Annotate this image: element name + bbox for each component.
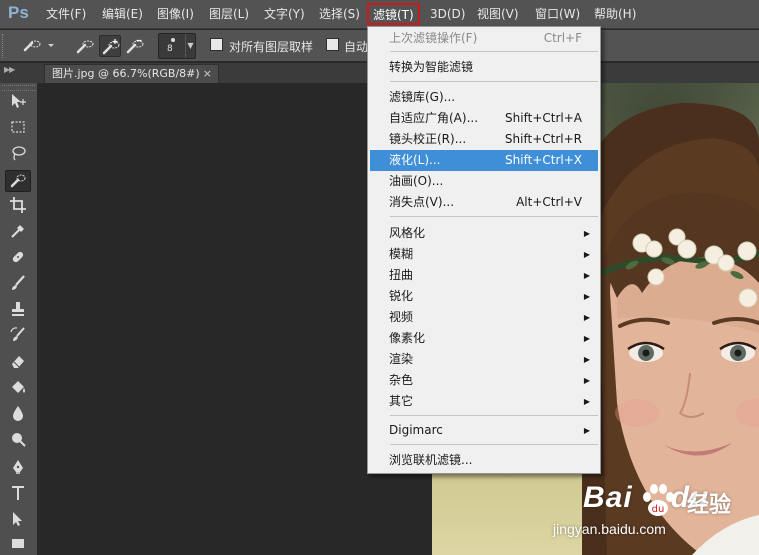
baidu-jingyan-watermark: Bai du du 经验 jingyan.baidu.com	[553, 481, 759, 551]
brush-size-value: 8	[167, 44, 173, 54]
menu-item-oil-paint[interactable]: 油画(O)...	[370, 171, 598, 192]
submenu-arrow-icon: ▶	[583, 355, 590, 364]
tools-panel-grip[interactable]	[2, 85, 35, 91]
submenu-arrow-icon: ▶	[583, 229, 590, 238]
brush-tip-icon	[171, 38, 175, 42]
history-brush-tool-icon[interactable]	[5, 326, 31, 348]
path-selection-tool-icon[interactable]	[5, 510, 31, 532]
menu-image[interactable]: 图像(I)	[157, 6, 194, 24]
brush-subtract-icon	[126, 39, 144, 54]
filter-menu-dropdown: 上次滤镜操作(F) Ctrl+F 转换为智能滤镜 滤镜库(G)... 自适应广角…	[367, 26, 601, 474]
menu-separator	[390, 216, 598, 217]
subtract-from-selection-button[interactable]	[124, 35, 146, 57]
menu-item-video[interactable]: 视频 ▶	[370, 307, 598, 328]
menu-help[interactable]: 帮助(H)	[594, 6, 636, 24]
close-icon[interactable]: ×	[203, 65, 212, 82]
new-selection-button[interactable]	[74, 35, 96, 57]
svg-text:du: du	[652, 504, 665, 515]
brush-size-picker[interactable]: 8 ▼	[158, 33, 196, 59]
submenu-arrow-icon: ▶	[583, 292, 590, 301]
menu-file[interactable]: 文件(F)	[46, 6, 86, 24]
lasso-tool-icon[interactable]	[5, 144, 31, 166]
blur-tool-icon[interactable]	[5, 404, 31, 426]
menu-window[interactable]: 窗口(W)	[535, 6, 580, 24]
document-tab[interactable]: 图片.jpg @ 66.7%(RGB/8#) ×	[44, 64, 219, 83]
menu-item-convert-smart-filter[interactable]: 转换为智能滤镜	[370, 57, 598, 78]
menu-separator	[390, 415, 598, 416]
menu-item-last-filter: 上次滤镜操作(F) Ctrl+F	[389, 31, 582, 45]
baidu-paw-icon: du	[643, 484, 674, 516]
eyedropper-tool-icon[interactable]	[5, 222, 31, 244]
move-tool-icon[interactable]	[5, 92, 31, 114]
menu-item-liquify[interactable]: 液化(L)... Shift+Ctrl+X	[370, 150, 598, 171]
menu-type[interactable]: 文字(Y)	[264, 6, 305, 24]
menu-edit[interactable]: 编辑(E)	[102, 6, 143, 24]
quick-selection-tool-icon[interactable]	[5, 170, 31, 192]
clone-stamp-tool-icon[interactable]	[5, 300, 31, 322]
document-tab-title: 图片.jpg @ 66.7%(RGB/8#)	[52, 67, 200, 80]
chevron-down-icon: ▼	[185, 34, 195, 58]
quick-selection-icon	[23, 40, 54, 52]
watermark-service: 经验	[687, 493, 732, 518]
menu-item-other[interactable]: 其它 ▶	[370, 391, 598, 412]
menu-item-noise[interactable]: 杂色 ▶	[370, 370, 598, 391]
menu-separator	[390, 81, 598, 82]
add-to-selection-button[interactable]	[99, 35, 121, 57]
type-tool-icon[interactable]	[5, 484, 31, 506]
submenu-arrow-icon: ▶	[583, 397, 590, 406]
menu-item-distort[interactable]: 扭曲 ▶	[370, 265, 598, 286]
photoshop-logo: Ps	[8, 3, 29, 22]
brush-new-icon	[76, 40, 94, 54]
spot-healing-tool-icon[interactable]	[5, 248, 31, 270]
auto-enhance-checkbox[interactable]	[326, 38, 339, 51]
menu-item-filter-gallery[interactable]: 滤镜库(G)...	[370, 87, 598, 108]
menu-select[interactable]: 选择(S)	[319, 6, 360, 24]
menu-layer[interactable]: 图层(L)	[209, 6, 249, 24]
options-bar-grip[interactable]	[2, 34, 6, 58]
brush-tool-icon[interactable]	[5, 274, 31, 296]
menu-3d[interactable]: 3D(D)	[430, 6, 465, 24]
dodge-tool-icon[interactable]	[5, 430, 31, 452]
submenu-arrow-icon: ▶	[583, 313, 590, 322]
pen-tool-icon[interactable]	[5, 458, 31, 480]
marquee-tool-icon[interactable]	[5, 118, 31, 140]
watermark-url: jingyan.baidu.com	[553, 521, 666, 537]
submenu-arrow-icon: ▶	[583, 426, 590, 435]
menu-item-adaptive-wide-angle[interactable]: 自适应广角(A)... Shift+Ctrl+A	[370, 108, 598, 129]
menu-item-lens-correction[interactable]: 镜头校正(R)... Shift+Ctrl+R	[370, 129, 598, 150]
sample-all-layers-label: 对所有图层取样	[229, 40, 314, 54]
menu-separator	[390, 51, 598, 52]
menu-bar: Ps 文件(F) 编辑(E) 图像(I) 图层(L) 文字(Y) 选择(S) 滤…	[0, 0, 759, 29]
rectangle-tool-icon[interactable]	[5, 534, 31, 555]
brush-add-icon	[102, 39, 120, 55]
paint-bucket-tool-icon[interactable]	[5, 378, 31, 400]
menu-item-stylize[interactable]: 风格化 ▶	[370, 223, 598, 244]
tools-panel	[0, 83, 38, 555]
crop-tool-icon[interactable]	[5, 196, 31, 218]
auto-enhance-label: 自动	[344, 40, 369, 54]
menu-item-digimarc[interactable]: Digimarc ▶	[370, 420, 598, 441]
menu-item-pixelate[interactable]: 像素化 ▶	[370, 328, 598, 349]
submenu-arrow-icon: ▶	[583, 334, 590, 343]
menu-view[interactable]: 视图(V)	[477, 6, 519, 24]
menu-separator	[390, 444, 598, 445]
eraser-tool-icon[interactable]	[5, 352, 31, 374]
menu-item-blur[interactable]: 模糊 ▶	[370, 244, 598, 265]
menu-item-vanishing-point[interactable]: 消失点(V)... Alt+Ctrl+V	[370, 192, 598, 213]
menu-item-browse-filters-online[interactable]: 浏览联机滤镜...	[370, 450, 598, 471]
menu-item-sharpen[interactable]: 锐化 ▶	[370, 286, 598, 307]
menu-item-render[interactable]: 渲染 ▶	[370, 349, 598, 370]
tool-preset-picker[interactable]	[20, 35, 56, 57]
menu-filter[interactable]: 滤镜(T)	[367, 3, 420, 25]
submenu-arrow-icon: ▶	[583, 376, 590, 385]
collapse-panel-icon[interactable]: ▶▶	[4, 65, 15, 74]
submenu-arrow-icon: ▶	[583, 271, 590, 280]
submenu-arrow-icon: ▶	[583, 250, 590, 259]
sample-all-layers-checkbox[interactable]	[210, 38, 223, 51]
